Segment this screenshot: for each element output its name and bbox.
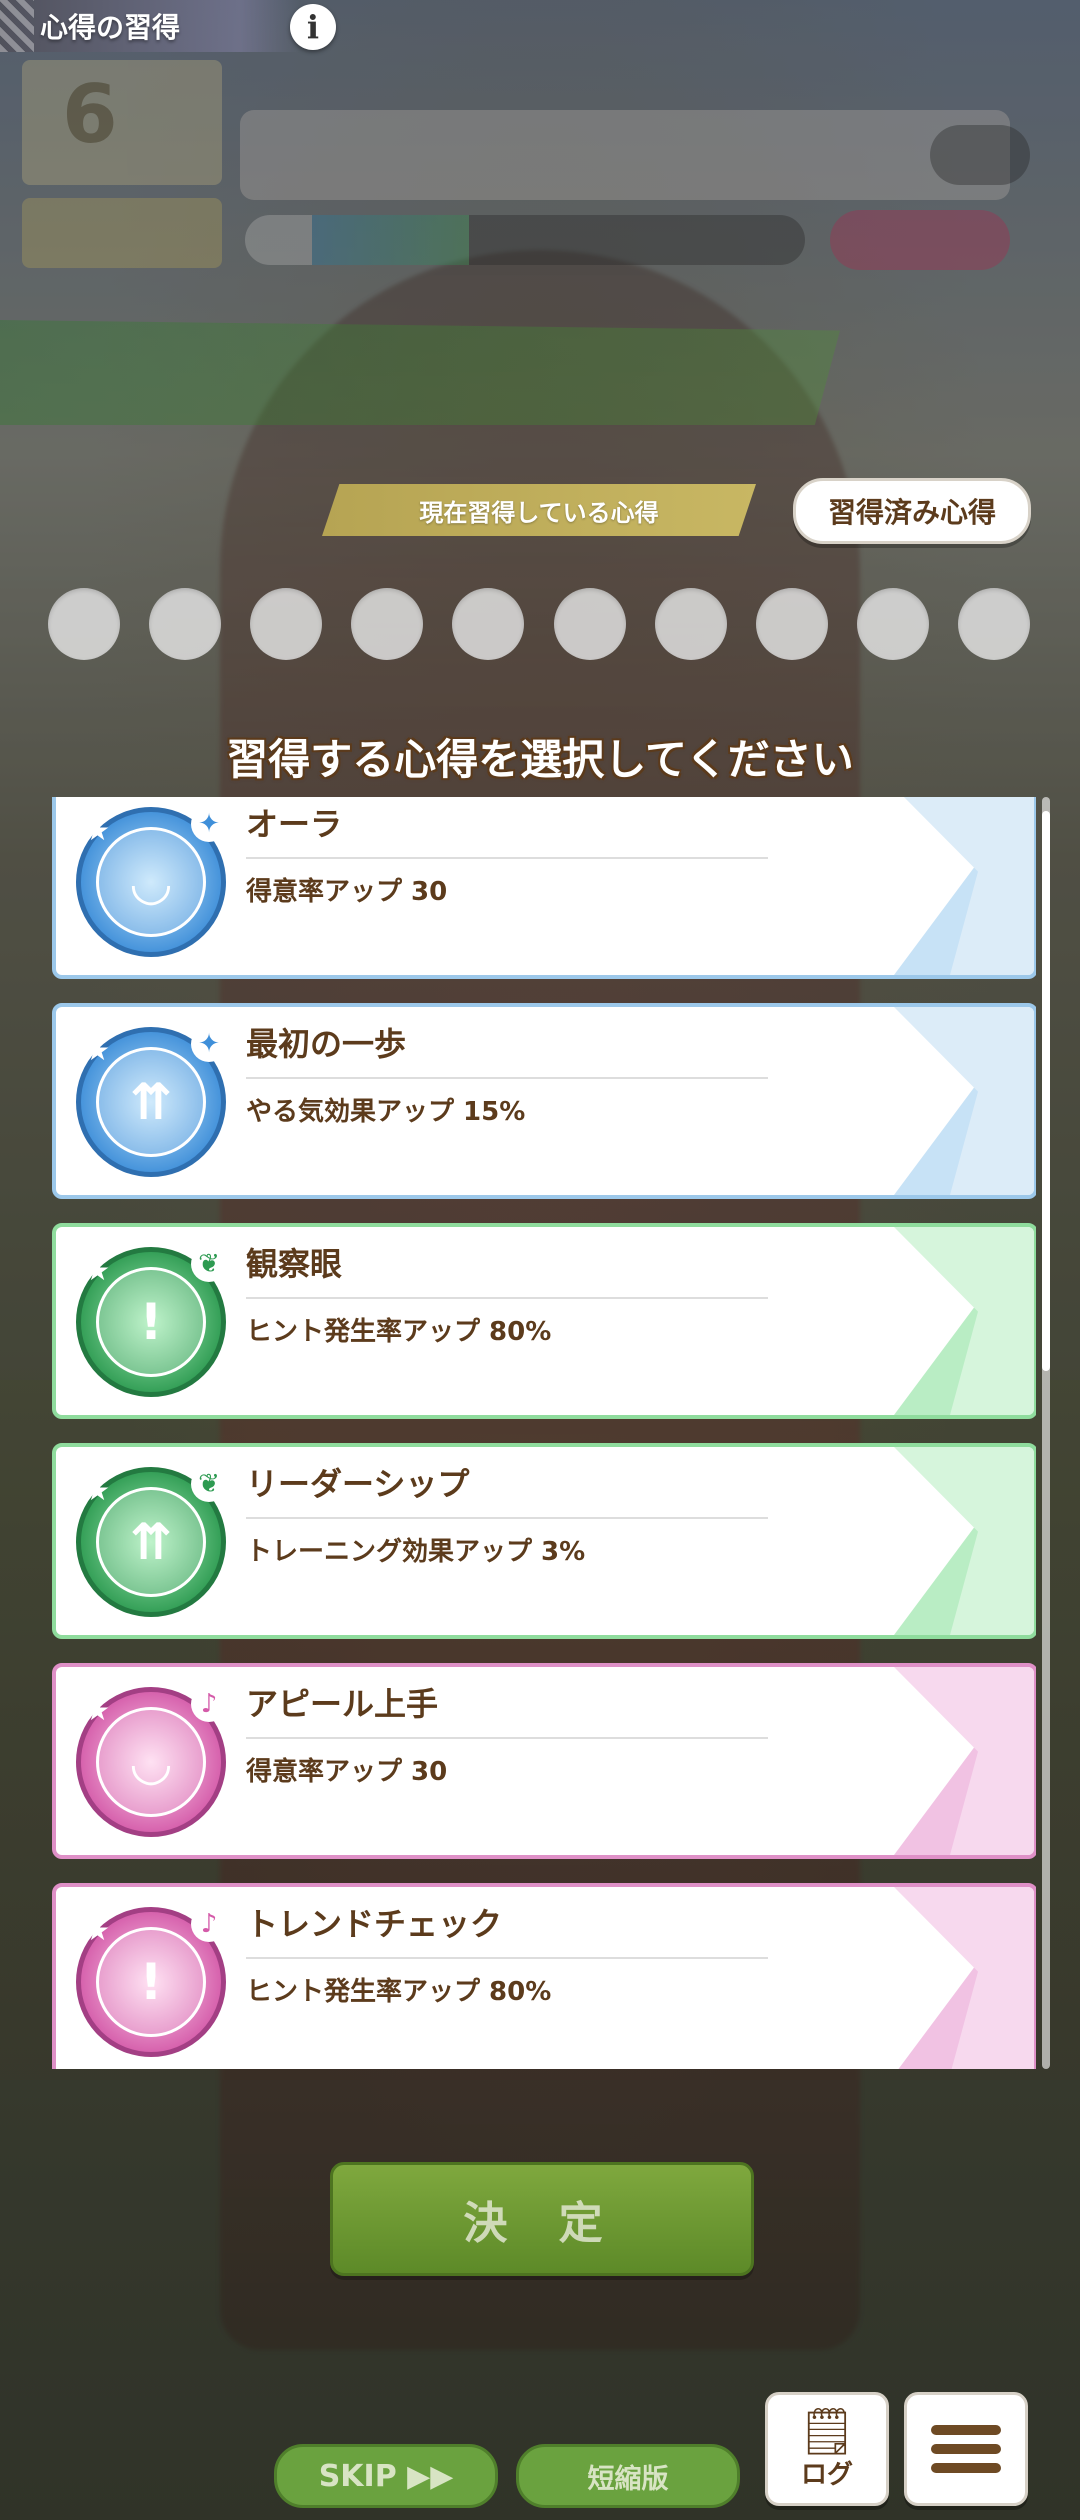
title-pattern <box>0 0 34 52</box>
mindset-description: ヒント発生率アップ 80% <box>246 1977 552 2007</box>
mindset-description: 得意率アップ 30 <box>246 877 448 907</box>
star-icon: ★ <box>85 1254 111 1287</box>
mindset-card[interactable]: ★ ◡ ♪ アピール上手 得意率アップ 30 <box>52 1663 1036 1859</box>
divider <box>246 1517 768 1519</box>
page-title: 心得の習得 <box>40 11 181 44</box>
music-note-badge-icon: ♪ <box>191 1906 227 1942</box>
dumbbell-up-icon: ★ ⇈ ❦ <box>76 1466 227 1617</box>
icon-glyph: ◡ <box>96 1707 206 1817</box>
rabbit-mood-icon: ★ ◡ ♪ <box>76 1686 227 1837</box>
empty-slot <box>957 588 1030 660</box>
leaf-badge-icon: ❦ <box>191 1466 227 1502</box>
mindset-name: オーラ <box>246 805 343 843</box>
skip-button[interactable]: SKIP ▶▶ <box>274 2444 498 2508</box>
mindset-name: トレンドチェック <box>246 1905 503 1943</box>
icon-glyph: ! <box>96 1927 206 2037</box>
empty-slot <box>856 588 929 660</box>
mindset-list[interactable]: ★ ◡ ✦ オーラ 得意率アップ 30 ★ ⇈ ✦ 最初の一歩 やる気効果アップ 15%… <box>52 797 1036 2069</box>
mindset-description: ヒント発生率アップ 80% <box>246 1317 552 1347</box>
mindset-card[interactable]: ★! ❦ 観察眼 ヒント発生率アップ 80% <box>52 1223 1036 1419</box>
mindset-name: アピール上手 <box>246 1685 439 1723</box>
mindset-card[interactable]: ★! ♪ トレンドチェック ヒント発生率アップ 80% <box>52 1883 1036 2069</box>
leaf-badge-icon: ❦ <box>191 1246 227 1282</box>
mindset-description: トレーニング効果アップ 3% <box>246 1537 586 1567</box>
divider <box>246 1737 768 1739</box>
icon-glyph: ⇈ <box>96 1487 206 1597</box>
star-icon: ★ <box>85 814 111 847</box>
divider <box>246 857 768 859</box>
info-icon[interactable]: i <box>290 4 336 50</box>
star-icon: ★ <box>85 1034 111 1067</box>
log-button[interactable]: 🗒 ログ <box>765 2392 889 2506</box>
selection-prompt: 習得する心得を選択してください <box>226 735 854 784</box>
mindset-description: やる気効果アップ 15% <box>246 1097 526 1127</box>
empty-slot <box>48 588 120 660</box>
hamburger-icon <box>931 2416 1001 2482</box>
log-document-icon: 🗒 <box>797 2403 857 2458</box>
divider <box>246 1297 768 1299</box>
exclamation-hint-icon: ★! ♪ <box>76 1906 227 2057</box>
empty-slot <box>553 588 626 660</box>
star-icon: ★ <box>85 1694 111 1727</box>
empty-slot <box>452 588 525 660</box>
mindset-name: 観察眼 <box>246 1245 343 1283</box>
mindset-name: リーダーシップ <box>246 1465 470 1503</box>
mindset-name: 最初の一歩 <box>246 1025 407 1063</box>
menu-button[interactable] <box>904 2392 1028 2506</box>
mindset-description: 得意率アップ 30 <box>246 1757 448 1787</box>
empty-slot <box>755 588 828 660</box>
acquired-mindsets-button[interactable]: 習得済み心得 <box>793 478 1031 544</box>
sparkle-badge-icon: ✦ <box>191 806 227 842</box>
title-bar: 心得の習得 <box>0 0 300 52</box>
log-label: ログ <box>800 2459 853 2490</box>
mindset-card[interactable]: ★ ⇈ ❦ リーダーシップ トレーニング効果アップ 3% <box>52 1443 1036 1639</box>
sparkle-badge-icon: ✦ <box>191 1026 227 1062</box>
empty-slot <box>149 588 222 660</box>
list-scrollbar[interactable] <box>1042 797 1050 2069</box>
music-note-badge-icon: ♪ <box>191 1686 227 1722</box>
mindset-slots <box>48 588 1030 660</box>
empty-slot <box>351 588 424 660</box>
confirm-button[interactable]: 決 定 <box>330 2162 754 2276</box>
dumbbell-up-icon: ★ ⇈ ✦ <box>76 1026 227 1177</box>
scrollbar-thumb[interactable] <box>1042 811 1050 1371</box>
divider <box>246 1957 768 1959</box>
icon-glyph: ! <box>96 1267 206 1377</box>
exclamation-hint-icon: ★! ❦ <box>76 1246 227 1397</box>
empty-slot <box>250 588 323 660</box>
mindset-card[interactable]: ★ ⇈ ✦ 最初の一歩 やる気効果アップ 15% <box>52 1003 1036 1199</box>
star-icon: ★ <box>85 1914 111 1947</box>
rabbit-mood-icon: ★ ◡ ✦ <box>76 806 227 957</box>
empty-slot <box>654 588 727 660</box>
icon-glyph: ⇈ <box>96 1047 206 1157</box>
current-mindsets-label: 現在習得している心得 <box>322 484 756 536</box>
star-icon: ★ <box>85 1474 111 1507</box>
short-version-button[interactable]: 短縮版 <box>516 2444 740 2508</box>
card-decoration <box>894 1887 1034 2069</box>
icon-glyph: ◡ <box>96 827 206 937</box>
mindset-card[interactable]: ★ ◡ ✦ オーラ 得意率アップ 30 <box>52 797 1036 979</box>
divider <box>246 1077 768 1079</box>
